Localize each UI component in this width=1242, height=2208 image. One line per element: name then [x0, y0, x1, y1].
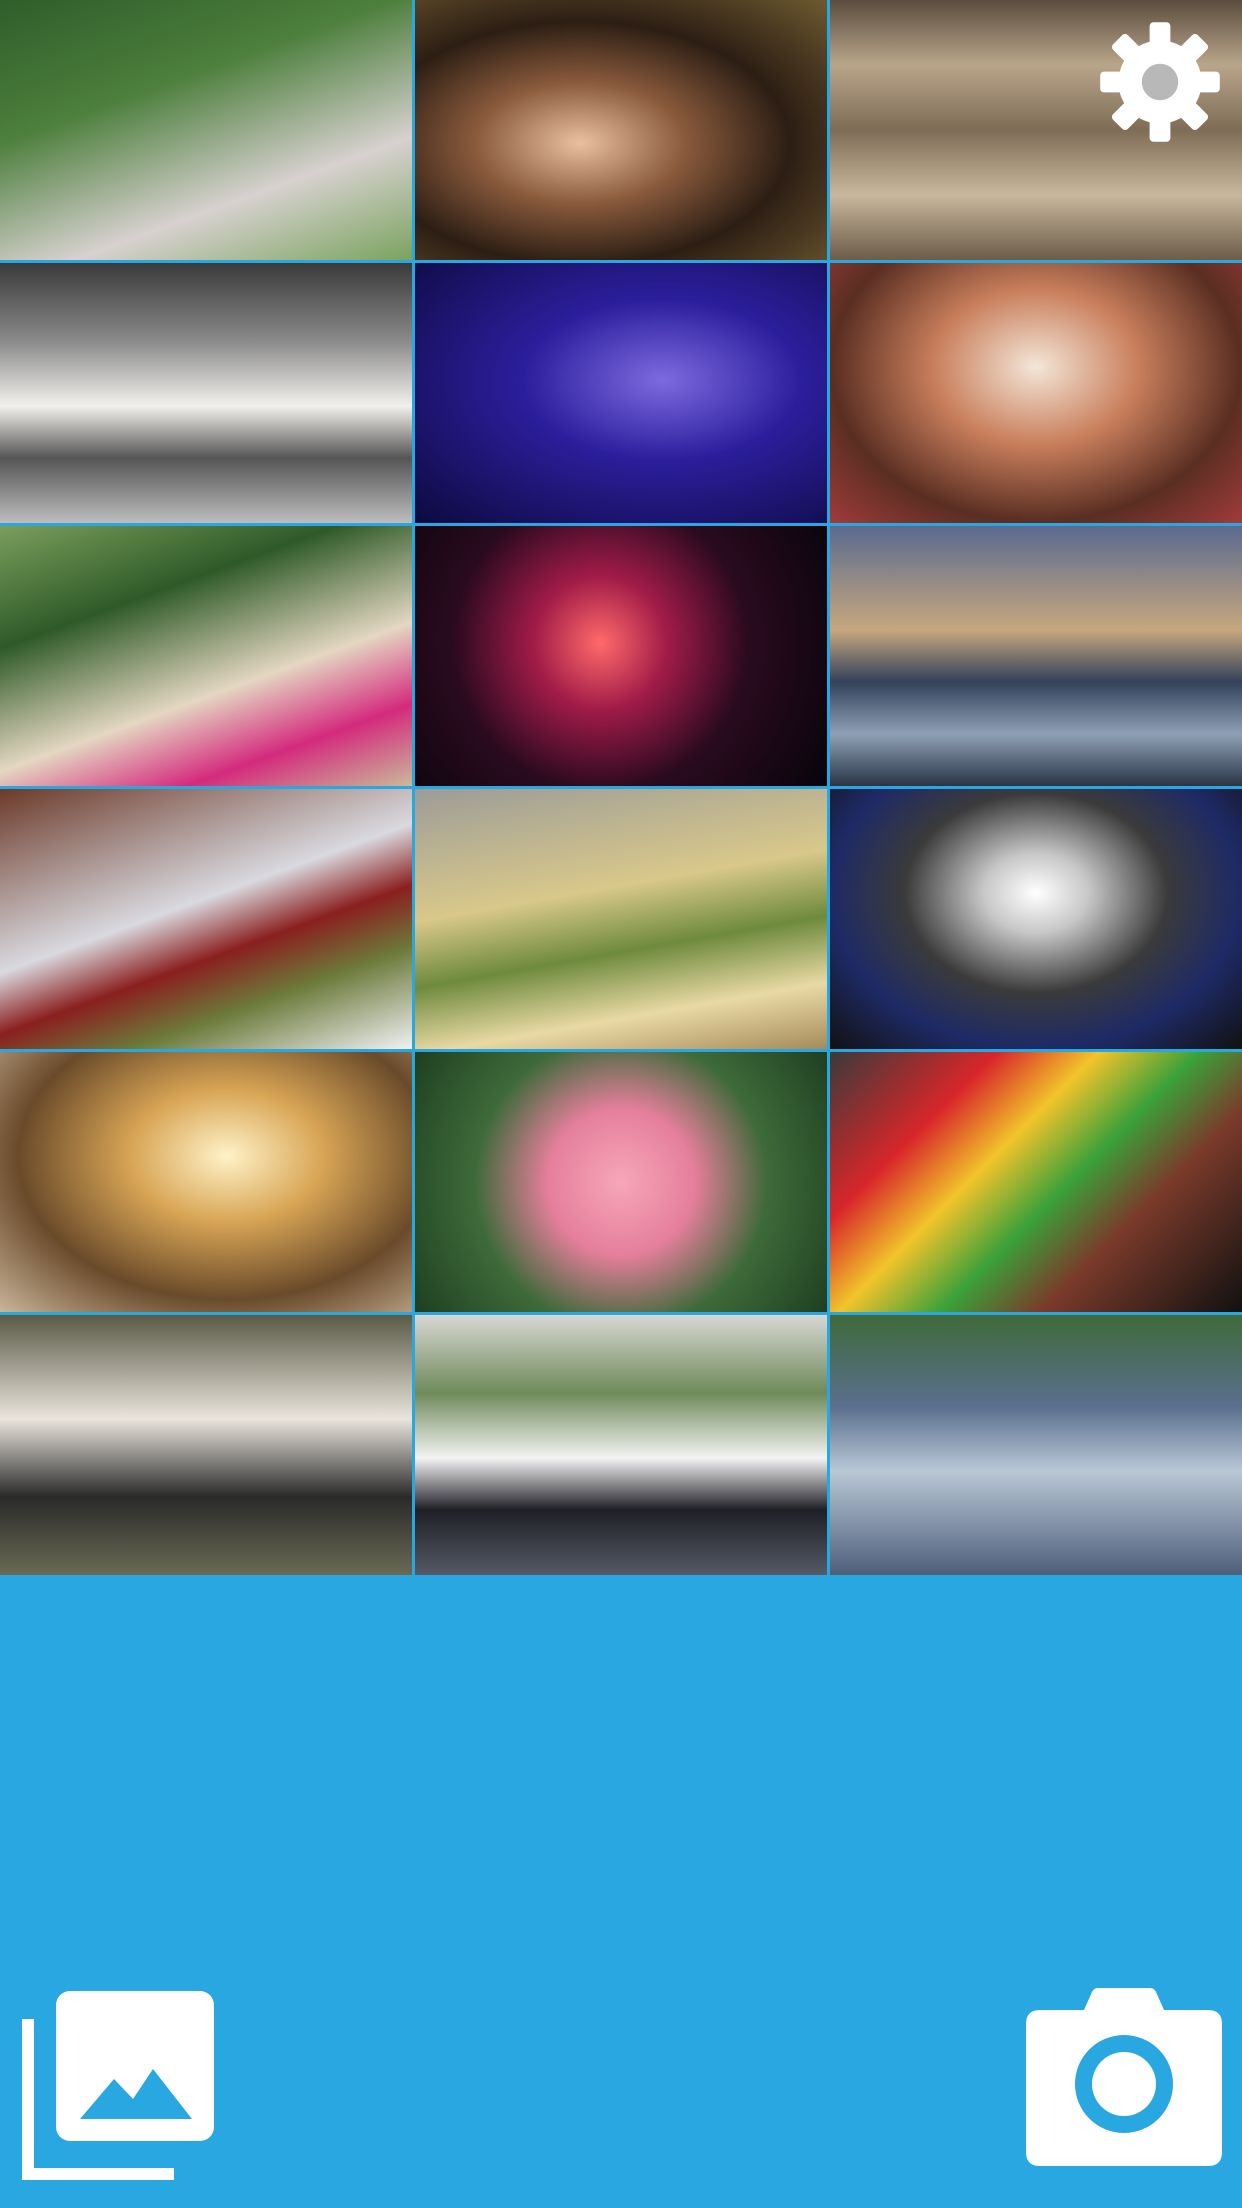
- photo-tile[interactable]: [830, 1052, 1242, 1312]
- photo-tile[interactable]: [830, 526, 1242, 786]
- photo-tile[interactable]: [830, 789, 1242, 1049]
- camera-button[interactable]: [1026, 1988, 1222, 2166]
- photo-tile[interactable]: [415, 0, 827, 260]
- gear-icon: [1100, 22, 1220, 142]
- photo-thumbnail: [415, 263, 827, 523]
- photo-tile[interactable]: [0, 789, 412, 1049]
- photo-tile[interactable]: [415, 263, 827, 523]
- photo-grid: [0, 0, 1242, 1575]
- photo-thumbnail: [415, 789, 827, 1049]
- photo-tile[interactable]: [830, 263, 1242, 523]
- photo-thumbnail: [830, 526, 1242, 786]
- photo-thumbnail: [830, 1052, 1242, 1312]
- photo-tile[interactable]: [0, 526, 412, 786]
- photo-thumbnail: [415, 0, 827, 260]
- gallery-button[interactable]: [16, 1991, 216, 2186]
- camera-icon: [1026, 1988, 1222, 2166]
- photo-tile[interactable]: [415, 1315, 827, 1575]
- photo-tile[interactable]: [0, 0, 412, 260]
- photo-thumbnail: [830, 789, 1242, 1049]
- photo-thumbnail: [0, 526, 412, 786]
- photo-tile[interactable]: [0, 263, 412, 523]
- photo-tile[interactable]: [0, 1052, 412, 1312]
- photo-thumbnail: [0, 789, 412, 1049]
- settings-button[interactable]: [1092, 14, 1228, 150]
- photo-thumbnail: [0, 1052, 412, 1312]
- photo-thumbnail: [830, 1315, 1242, 1575]
- photo-gallery-icon: [22, 1991, 214, 2180]
- photo-tile[interactable]: [415, 526, 827, 786]
- photo-thumbnail: [0, 0, 412, 260]
- photo-tile[interactable]: [415, 1052, 827, 1312]
- photo-thumbnail: [830, 263, 1242, 523]
- photo-app-screen: [0, 0, 1242, 2208]
- photo-thumbnail: [415, 526, 827, 786]
- photo-thumbnail: [0, 1315, 412, 1575]
- photo-thumbnail: [415, 1052, 827, 1312]
- photo-thumbnail: [0, 263, 412, 523]
- photo-tile[interactable]: [0, 1315, 412, 1575]
- photo-tile[interactable]: [415, 789, 827, 1049]
- photo-thumbnail: [415, 1315, 827, 1575]
- photo-tile[interactable]: [830, 1315, 1242, 1575]
